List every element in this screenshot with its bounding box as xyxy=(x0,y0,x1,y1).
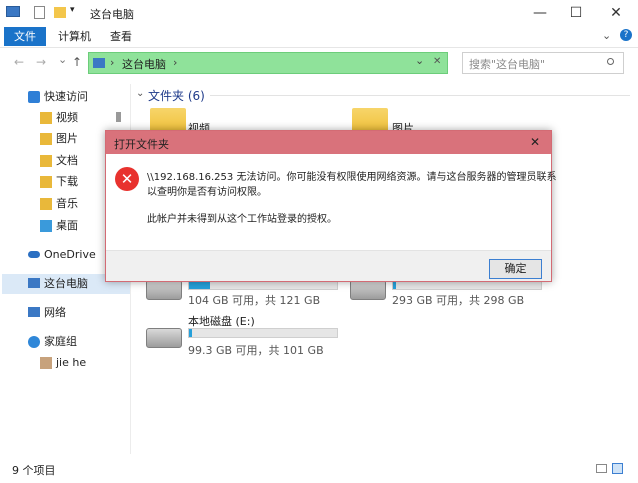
nav-homegroup[interactable]: 家庭组 xyxy=(0,332,128,352)
dialog-message-line2: 以查明你是否有访问权限。 xyxy=(147,187,267,198)
dialog-body: ✕ \\192.168.16.253 无法访问。你可能没有权限使用网络资源。请与… xyxy=(106,154,556,250)
breadcrumb-separator: › xyxy=(110,56,115,69)
help-icon[interactable]: ? xyxy=(620,29,632,41)
details-view-icon[interactable] xyxy=(596,464,607,473)
drive-usage-fill xyxy=(393,281,396,289)
title-bar: ▾ 这台电脑 — ☐ ✕ xyxy=(0,0,638,26)
recent-locations-button[interactable]: ⌄ xyxy=(58,53,67,66)
downloads-folder-icon xyxy=(40,176,52,188)
desktop-folder-icon xyxy=(40,220,52,232)
folders-header-line xyxy=(210,95,630,96)
dialog-message-line3: 此帐户并未得到从这个工作站登录的授权。 xyxy=(147,214,337,225)
search-placeholder: 搜索"这台电脑" xyxy=(469,58,546,71)
ribbon-tabs xyxy=(0,26,638,48)
tab-view[interactable]: 查看 xyxy=(110,27,132,46)
dialog-close-button[interactable]: ✕ xyxy=(530,135,540,149)
large-icons-view-icon[interactable] xyxy=(612,463,623,474)
address-bar[interactable]: › 这台电脑 › ⌄ ✕ xyxy=(88,52,448,74)
folders-header[interactable]: 文件夹 (6) xyxy=(148,87,205,104)
drive-space-text: 293 GB 可用，共 298 GB xyxy=(392,294,525,307)
pin-icon[interactable] xyxy=(116,112,121,122)
quick-properties-icon[interactable] xyxy=(34,6,45,19)
item-count: 9 个项目 xyxy=(12,464,56,477)
customize-toolbar-icon[interactable]: ▾ xyxy=(70,5,75,15)
new-folder-icon[interactable] xyxy=(54,7,66,18)
back-button[interactable]: ← xyxy=(14,55,24,69)
forward-button[interactable]: → xyxy=(36,55,46,69)
dialog-title-bar: 打开文件夹 ✕ xyxy=(106,131,551,154)
address-dropdown-icon[interactable]: ⌄ xyxy=(415,54,424,67)
nav-videos[interactable]: 视频 xyxy=(0,108,128,128)
tab-computer[interactable]: 计算机 xyxy=(58,27,91,46)
drive-icon[interactable] xyxy=(146,328,182,348)
error-dialog: 打开文件夹 ✕ ✕ \\192.168.16.253 无法访问。你可能没有权限使… xyxy=(105,130,556,282)
ribbon-expand-icon[interactable]: ⌄ xyxy=(602,29,611,42)
star-icon xyxy=(28,91,40,103)
drive-icon[interactable] xyxy=(146,280,182,300)
video-folder-icon xyxy=(40,112,52,124)
user-avatar-icon xyxy=(40,357,52,369)
up-button[interactable]: ↑ xyxy=(72,55,82,69)
computer-icon xyxy=(93,58,105,68)
dialog-title: 打开文件夹 xyxy=(114,138,169,151)
breadcrumb-this-pc[interactable]: 这台电脑 xyxy=(122,56,166,72)
window-title: 这台电脑 xyxy=(90,8,134,21)
drive-usage-fill xyxy=(189,329,192,337)
nav-user-jie-he[interactable]: jie he xyxy=(0,353,128,373)
search-box[interactable]: 搜索"这台电脑" xyxy=(462,52,624,74)
drive-icon[interactable] xyxy=(350,280,386,300)
dialog-footer: 确定 xyxy=(106,250,551,281)
tab-file[interactable]: 文件 xyxy=(4,27,46,46)
computer-icon xyxy=(6,6,20,17)
clear-address-icon[interactable]: ✕ xyxy=(433,56,441,67)
cloud-icon xyxy=(28,251,40,258)
search-icon[interactable] xyxy=(607,58,614,65)
collapse-chevron-icon[interactable]: ⌄ xyxy=(136,88,144,99)
drive-label[interactable]: 本地磁盘 (E:) xyxy=(188,313,255,329)
close-button[interactable]: ✕ xyxy=(596,0,636,26)
error-icon: ✕ xyxy=(115,167,139,191)
status-bar: 9 个项目 xyxy=(0,458,638,483)
minimize-button[interactable]: — xyxy=(520,0,560,26)
computer-icon xyxy=(28,278,40,288)
pictures-folder-icon xyxy=(40,133,52,145)
documents-folder-icon xyxy=(40,155,52,167)
music-folder-icon xyxy=(40,198,52,210)
drive-usage-fill xyxy=(189,281,210,289)
ok-button[interactable]: 确定 xyxy=(489,259,542,279)
nav-network[interactable]: 网络 xyxy=(0,303,128,323)
drive-space-text: 104 GB 可用，共 121 GB xyxy=(188,294,321,307)
nav-quick-access[interactable]: 快速访问 xyxy=(0,87,128,107)
drive-space-text: 99.3 GB 可用，共 101 GB xyxy=(188,344,324,357)
breadcrumb-separator: › xyxy=(173,56,178,69)
homegroup-icon xyxy=(28,336,40,348)
dialog-message-line1: \\192.168.16.253 无法访问。你可能没有权限使用网络资源。请与这台… xyxy=(147,172,557,183)
maximize-button[interactable]: ☐ xyxy=(556,0,596,26)
drive-usage-bar xyxy=(188,328,338,338)
network-icon xyxy=(28,307,40,317)
